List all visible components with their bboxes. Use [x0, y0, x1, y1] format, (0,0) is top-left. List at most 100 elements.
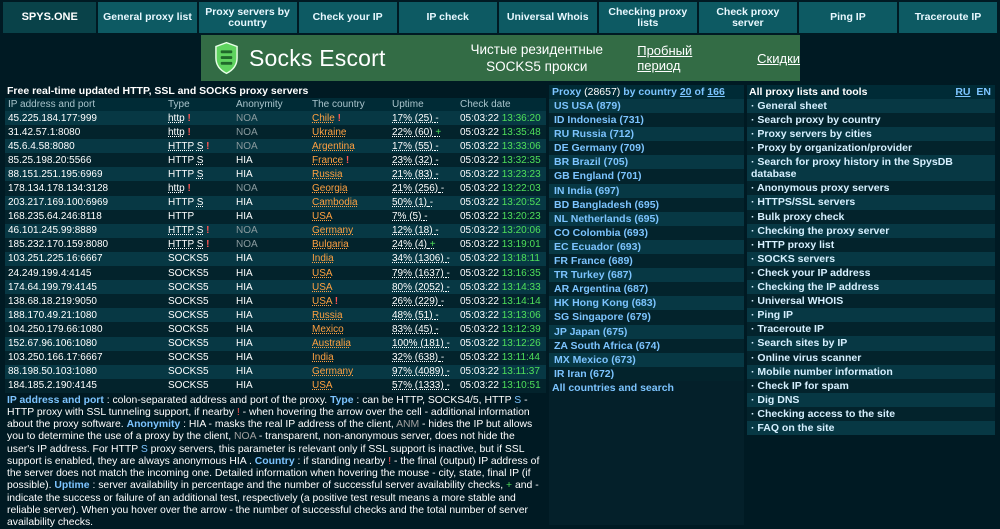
proxy-uptime-mark[interactable]: - [435, 113, 438, 124]
tool-link[interactable]: · Universal WHOIS [747, 294, 995, 309]
proxy-uptime-value[interactable]: 34% (1306) - [392, 253, 450, 264]
proxy-row[interactable]: 178.134.178.134:3128 http ! NOA Georgia 21% … [5, 181, 546, 196]
country-name[interactable]: Indonesia [567, 114, 616, 126]
proxy-country-value[interactable]: Russia [312, 169, 343, 180]
proxy-row[interactable]: 46.101.245.99:8889 HTTP S ! NOA Germany 12% … [5, 223, 546, 238]
proxy-ip-value[interactable]: 203.217.169.100:6969 [8, 197, 108, 208]
proxy-uptime[interactable]: 80% (2052) - [389, 280, 457, 295]
tool-link[interactable]: · SOCKS servers [747, 251, 995, 266]
proxy-uptime[interactable]: 17% (25) - [389, 111, 457, 126]
proxy-ip-value[interactable]: 168.235.64.246:8118 [8, 211, 102, 222]
proxy-country[interactable]: Mexico [309, 322, 389, 337]
nav-check-your-ip[interactable]: Check your IP [298, 2, 397, 33]
proxy-row[interactable]: 185.232.170.159:8080 HTTP S ! NOA Bulgaria 2… [5, 237, 546, 252]
country-item[interactable]: SG Singapore (679) [549, 310, 744, 325]
proxy-country[interactable]: Argentina [309, 139, 389, 154]
proxy-ip[interactable]: 168.235.64.246:8118 [5, 209, 165, 224]
country-name[interactable]: Brazil [572, 156, 601, 168]
proxy-ip[interactable]: 103.251.225.16:6667 [5, 251, 165, 267]
all-countries-link[interactable]: All countries and search [549, 382, 674, 394]
tool-link-label[interactable]: Checking the IP address [757, 281, 879, 293]
proxy-ip[interactable]: 184.185.2.190:4145 [5, 378, 165, 393]
proxy-row[interactable]: 103.250.166.17:6667 SOCKS5 HIA India 32% (63… [5, 350, 546, 365]
proxy-ip[interactable]: 88.151.251.195:6969 [5, 167, 165, 182]
countries-shown-link[interactable]: 20 [680, 86, 692, 98]
proxy-uptime-text[interactable]: 32% (638) [392, 352, 438, 363]
proxy-uptime-text[interactable]: 7% (5) [392, 211, 421, 222]
country-name[interactable]: Colombia [573, 227, 621, 239]
proxy-uptime[interactable]: 48% (51) - [389, 308, 457, 323]
country-item[interactable]: JP Japan (675) [549, 324, 744, 339]
tool-link-label[interactable]: Universal WHOIS [757, 295, 843, 307]
proxy-info-mark[interactable]: ! [206, 141, 209, 152]
proxy-ip-value[interactable]: 88.151.251.195:6969 [8, 169, 103, 180]
proxy-country[interactable]: USA [309, 280, 389, 295]
proxy-ip-value[interactable]: 31.42.57.1:8080 [8, 127, 80, 138]
proxy-ip[interactable]: 46.101.245.99:8889 [5, 223, 165, 238]
proxy-row[interactable]: 184.185.2.190:4145 SOCKS5 HIA USA 57% (1333)… [5, 378, 546, 393]
proxy-ip[interactable]: 152.67.96.106:1080 [5, 336, 165, 351]
proxy-uptime-text[interactable]: 17% (25) [392, 113, 433, 124]
proxy-ip-value[interactable]: 104.250.179.66:1080 [8, 324, 103, 335]
tool-link[interactable]: · Checking access to the site [747, 406, 995, 421]
tool-link[interactable]: · General sheet [747, 99, 995, 114]
proxy-country-value[interactable]: India [312, 352, 334, 363]
socks-escort-banner[interactable]: Socks Escort Чистые резидентные SOCKS5 п… [201, 35, 800, 81]
proxy-ip-value[interactable]: 45.6.4.58:8080 [8, 141, 75, 152]
proxy-country[interactable]: Germany [309, 364, 389, 379]
tool-link-label[interactable]: Anonymous proxy servers [757, 182, 889, 194]
proxy-country[interactable]: USA ! [309, 294, 389, 309]
country-item[interactable]: DE Germany (709) [549, 141, 744, 156]
countries-pages-link[interactable]: 166 [707, 86, 725, 98]
proxy-uptime-mark[interactable]: - [446, 282, 449, 293]
tool-link[interactable]: · Proxy by organization/provider [747, 141, 995, 156]
proxy-ip-value[interactable]: 138.68.18.219:9050 [8, 296, 97, 307]
proxy-country-value[interactable]: Ukraine [312, 127, 346, 138]
country-name[interactable]: India [567, 185, 592, 197]
proxy-country-value[interactable]: Georgia [312, 183, 348, 194]
proxy-uptime-mark[interactable]: - [430, 197, 433, 208]
proxy-uptime[interactable]: 50% (1) - [389, 195, 457, 210]
banner-discounts-link[interactable]: Скидки [757, 51, 800, 66]
proxy-country-value[interactable]: USA [312, 282, 333, 293]
tool-link-label[interactable]: HTTPS/SSL servers [757, 196, 855, 208]
country-name[interactable]: Mexico [573, 354, 609, 366]
proxy-country-value[interactable]: France [312, 155, 343, 166]
proxy-country-value[interactable]: Argentina [312, 141, 355, 152]
nav-universal-whois[interactable]: Universal Whois [498, 2, 597, 33]
proxy-uptime-text[interactable]: 80% (2052) [392, 282, 444, 293]
country-name[interactable]: Hong Kong [572, 297, 629, 309]
proxy-ip-value[interactable]: 45.225.184.177:999 [8, 113, 97, 124]
tool-link[interactable]: · Search sites by IP [747, 336, 995, 351]
tool-link[interactable]: · Traceroute IP [747, 322, 995, 337]
nav-ip-check[interactable]: IP check [398, 2, 497, 33]
proxy-uptime-value[interactable]: 97% (4089) - [392, 366, 450, 377]
proxy-country[interactable]: Ukraine [309, 125, 389, 140]
proxy-row[interactable]: 45.225.184.177:999 http ! NOA Chile ! 17% (2… [5, 111, 546, 126]
proxy-uptime[interactable]: 24% (4) + [389, 237, 457, 252]
nav-checking-proxy-lists[interactable]: Checking proxy lists [598, 2, 697, 33]
proxy-country[interactable]: Australia [309, 336, 389, 351]
tool-link-label[interactable]: Dig DNS [757, 394, 799, 406]
proxy-country-value[interactable]: Russia [312, 310, 343, 321]
proxy-ip-value[interactable]: 24.249.199.4:4145 [8, 268, 91, 279]
proxy-row[interactable]: 31.42.57.1:8080 http ! NOA Ukraine 22% (60) … [5, 125, 546, 140]
tool-link-label[interactable]: Check your IP address [757, 267, 870, 279]
lang-en-link[interactable]: EN [976, 86, 991, 98]
proxy-ip[interactable]: 85.25.198.20:5566 [5, 153, 165, 168]
proxy-country[interactable]: India [309, 350, 389, 365]
country-item[interactable]: HK Hong Kong (683) [549, 296, 744, 311]
nav-traceroute-ip[interactable]: Traceroute IP [898, 2, 998, 33]
proxy-uptime-text[interactable]: 21% (83) [392, 169, 433, 180]
country-item[interactable]: BR Brazil (705) [549, 155, 744, 170]
tool-link-label[interactable]: Online virus scanner [757, 352, 861, 364]
nav-check-proxy-server[interactable]: Check proxy server [698, 2, 797, 33]
proxy-country-value[interactable]: USA [312, 380, 333, 391]
country-name[interactable]: Japan [570, 326, 600, 338]
tool-link-label[interactable]: Traceroute IP [757, 323, 824, 335]
proxy-ip-value[interactable]: 185.232.170.159:8080 [8, 239, 108, 250]
proxy-uptime-text[interactable]: 79% (1637) [392, 268, 444, 279]
country-name[interactable]: Bangladesh [572, 199, 632, 211]
proxy-uptime-mark[interactable]: - [435, 141, 438, 152]
tool-link-label[interactable]: SOCKS servers [757, 253, 835, 265]
